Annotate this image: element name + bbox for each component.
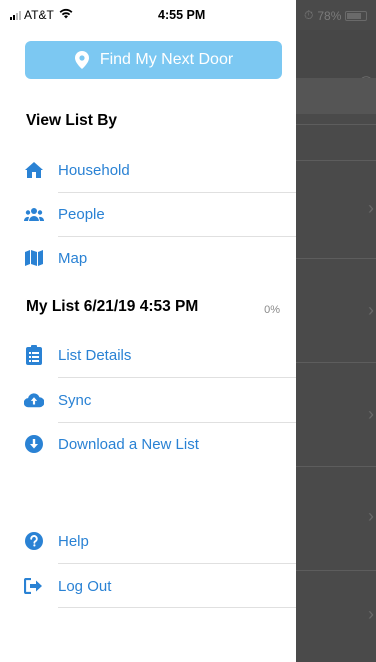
carrier-name: AT&T: [24, 8, 54, 22]
battery-indicator: ⏱ 78%: [304, 8, 368, 23]
divider: [58, 607, 296, 608]
menu-item-label: Log Out: [58, 577, 112, 595]
chevron-right-icon: ›: [368, 300, 374, 320]
chevron-right-icon: ›: [368, 506, 374, 526]
battery-percent: 78%: [317, 8, 342, 23]
menu-item-help[interactable]: Help: [0, 519, 296, 563]
status-bar: AT&T 4:55 PM: [0, 0, 296, 30]
chevron-right-icon: ›: [368, 198, 374, 218]
users-icon: [24, 204, 44, 224]
clipboard-list-icon: [24, 345, 44, 365]
find-my-next-door-button[interactable]: Find My Next Door: [25, 41, 282, 79]
menu-item-label: List Details: [58, 346, 132, 364]
menu-item-label: Map: [58, 249, 88, 267]
find-button-label: Find My Next Door: [99, 51, 234, 68]
menu-item-sync[interactable]: Sync: [0, 378, 296, 422]
chevron-right-icon: ›: [368, 604, 374, 624]
menu-item-map[interactable]: Map: [0, 236, 296, 280]
background-divider: [296, 362, 376, 363]
cloud-upload-icon: [24, 390, 44, 410]
wifi-icon: [59, 8, 73, 22]
question-circle-icon: [24, 531, 44, 551]
signal-icon: [10, 10, 21, 20]
background-band: [296, 78, 376, 114]
chevron-right-icon: ›: [368, 404, 374, 424]
menu-item-label: People: [58, 205, 105, 223]
menu-item-label: Sync: [58, 391, 92, 409]
carrier-info: AT&T: [10, 8, 73, 22]
menu-item-label: Help: [58, 532, 89, 550]
battery-icon: [345, 10, 368, 21]
background-divider: [296, 258, 376, 259]
background-header: ◯: [296, 30, 376, 90]
map-icon: [24, 248, 44, 268]
menu-item-household[interactable]: Household: [0, 148, 296, 192]
menu-item-label: Household: [58, 161, 130, 179]
home-icon: [24, 160, 44, 180]
menu-item-people[interactable]: People: [0, 192, 296, 236]
menu-item-label: Download a New List: [58, 435, 199, 453]
view-list-heading: View List By: [26, 112, 118, 129]
background-divider: [296, 124, 376, 125]
background-divider: [296, 466, 376, 467]
navigation-drawer: AT&T 4:55 PM Find My Next Door View List…: [0, 0, 296, 662]
status-time: 4:55 PM: [158, 8, 206, 22]
map-pin-icon: [74, 51, 90, 69]
background-status-bar: ⏱ 78%: [296, 0, 376, 30]
menu-item-download-new-list[interactable]: Download a New List: [0, 422, 296, 466]
menu-item-list-details[interactable]: List Details: [0, 333, 296, 377]
background-app-overlay[interactable]: ⏱ 78% ◯ › › › › ›: [296, 0, 376, 662]
sign-out-icon: [24, 576, 44, 596]
alarm-icon: ⏱: [304, 8, 314, 22]
background-divider: [296, 570, 376, 571]
background-divider: [296, 160, 376, 161]
menu-item-log-out[interactable]: Log Out: [0, 564, 296, 608]
my-list-heading: My List 6/21/19 4:53 PM: [26, 298, 199, 315]
list-progress: 0%: [264, 304, 280, 316]
download-circle-icon: [24, 434, 44, 454]
